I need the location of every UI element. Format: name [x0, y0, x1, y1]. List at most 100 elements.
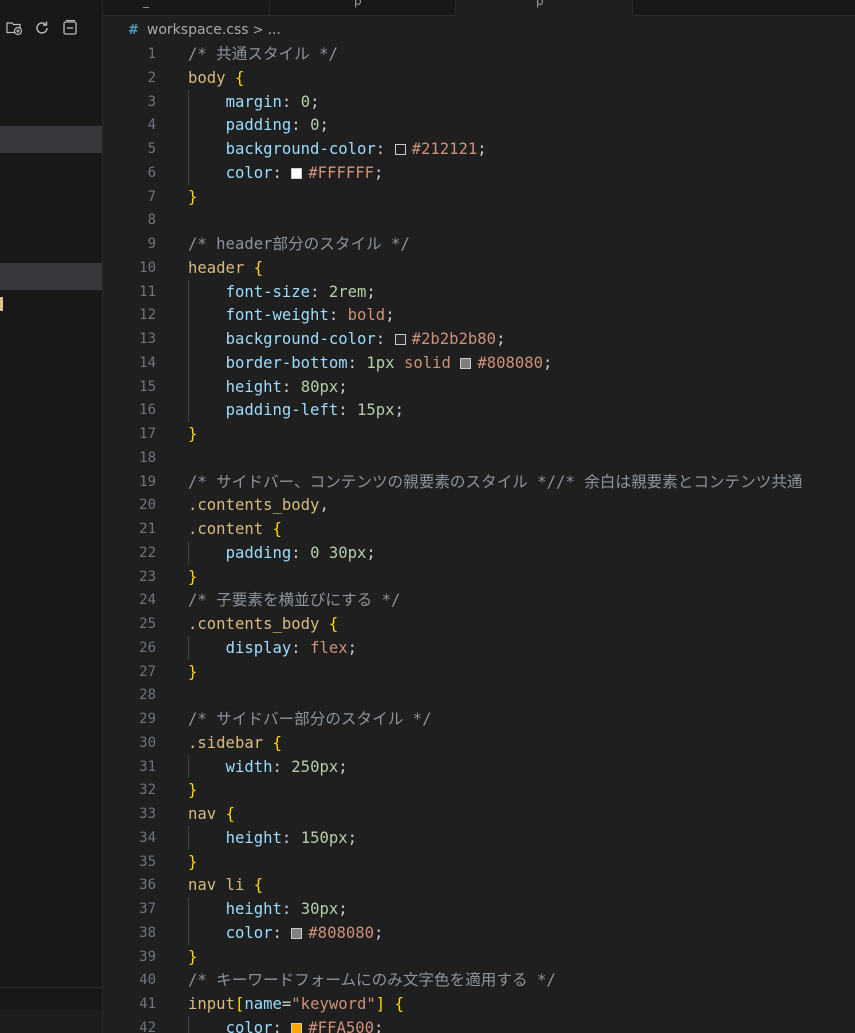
code-line[interactable]: 29 /* サイドバー部分のスタイル */ [103, 707, 855, 731]
code-token: 2rem [328, 282, 367, 301]
code-line[interactable]: 32} [103, 778, 855, 802]
code-line[interactable]: 2 body { [103, 66, 855, 90]
code-line[interactable]: 7} [103, 185, 855, 209]
color-swatch[interactable] [291, 1022, 303, 1033]
code-line[interactable]: 8 [103, 208, 855, 232]
collapse-all-icon[interactable] [60, 18, 80, 38]
code-line[interactable]: 23} [103, 565, 855, 589]
code-token: ; [496, 330, 506, 348]
code-token: : [272, 1018, 292, 1033]
sidebar-bottom-panel-header[interactable] [0, 1010, 102, 1033]
code-token: : [281, 900, 301, 918]
explorer-row-selected[interactable] [0, 126, 102, 153]
line-number: 1 [147, 46, 156, 62]
code-line[interactable]: 18 [103, 446, 855, 470]
chevron-right-icon: > [252, 22, 264, 38]
code-line[interactable]: 27} [103, 660, 855, 684]
code-token: #FFA500 [308, 1018, 375, 1033]
code-token: } [188, 662, 198, 681]
code-token: ; [310, 92, 320, 111]
color-swatch[interactable] [394, 334, 406, 345]
line-number: 24 [139, 592, 156, 609]
line-number: 25 [139, 616, 156, 632]
code-line[interactable]: 33 nav { [103, 802, 855, 826]
code-text: } [188, 565, 197, 589]
line-number: 30 [139, 734, 156, 751]
code-line[interactable]: 24 /* 子要素を横並びにする */ [103, 588, 855, 612]
code-line[interactable]: 4 padding: 0; [103, 113, 855, 137]
code-token: /* header部分のスタイル */ [188, 235, 410, 253]
explorer-sidebar [0, 0, 103, 1033]
code-line[interactable]: 20 .contents_body, [103, 493, 855, 517]
breadcrumb-file[interactable]: workspace.css [147, 22, 249, 38]
code-line[interactable]: 37 height: 30px; [103, 897, 855, 921]
code-token: { [272, 733, 282, 752]
code-editor[interactable]: 1/* 共通スタイル */2 body {3 margin: 0; 4 paddin… [103, 42, 855, 1033]
css-file-icon: # [128, 22, 139, 38]
color-swatch[interactable] [394, 144, 406, 155]
code-text: height: 150px; [188, 826, 357, 850]
code-token: /* サイドバー部分のスタイル */ [188, 710, 432, 728]
code-line[interactable]: 36 nav li { [103, 873, 855, 897]
code-text: .contents_body { [188, 612, 338, 636]
code-line[interactable]: 13 background-color: #2b2b2b80; [103, 327, 855, 351]
code-line[interactable]: 19 /* サイドバー、コンテンツの親要素のスタイル *//* 余白は親要素とコン… [103, 470, 855, 494]
tab-1[interactable]: _ [103, 0, 270, 15]
breadcrumb-symbols[interactable]: ... [268, 22, 281, 38]
code-token: ; [338, 757, 348, 776]
code-line[interactable]: 40 /* キーワードフォームにのみ文字色を適用する */ [103, 968, 855, 992]
code-line[interactable]: 35} [103, 850, 855, 874]
code-line[interactable]: 39} [103, 945, 855, 969]
code-token: bold [347, 306, 386, 325]
code-token: color [225, 1018, 273, 1033]
line-number: 26 [139, 639, 156, 656]
tab-2[interactable]: p [270, 0, 456, 15]
code-line[interactable]: 41 input[name="keyword"] { [103, 992, 855, 1016]
code-token: ] [375, 995, 386, 1013]
code-line[interactable]: 3 margin: 0; [103, 90, 855, 114]
code-line[interactable]: 1 /* 共通スタイル */ [103, 42, 855, 66]
refresh-icon[interactable] [32, 18, 52, 38]
color-swatch[interactable] [291, 167, 303, 179]
code-token: ; [374, 1018, 384, 1033]
code-text: margin: 0; [188, 90, 320, 114]
code-line[interactable]: 14 border-bottom: 1px solid #808080; [103, 351, 855, 375]
code-token: header [188, 258, 245, 277]
code-line[interactable]: 17} [103, 422, 855, 446]
code-line[interactable]: 15 height: 80px; [103, 375, 855, 399]
tab-workspace-css[interactable]: p [456, 0, 633, 16]
code-token: "keyword" [291, 995, 376, 1013]
code-line[interactable]: 31 width: 250px; [103, 755, 855, 779]
code-line[interactable]: 25 .contents_body { [103, 612, 855, 636]
line-number: 12 [139, 307, 156, 324]
code-line[interactable]: 10 header { [103, 256, 855, 280]
line-number: 22 [139, 544, 156, 561]
code-token: 1px [366, 353, 395, 372]
code-line[interactable]: 28 [103, 683, 855, 707]
code-line[interactable]: 34 height: 150px; [103, 826, 855, 850]
code-line[interactable]: 38 color: #808080; [103, 921, 855, 945]
new-folder-icon[interactable] [4, 18, 24, 38]
code-line[interactable]: 30 .sidebar { [103, 731, 855, 755]
code-line[interactable]: 26 display: flex; [103, 636, 855, 660]
code-line[interactable]: 6 color: #FFFFFF; [103, 161, 855, 185]
code-line[interactable]: 9 /* header部分のスタイル */ [103, 232, 855, 256]
code-line[interactable]: 42 color: #FFA500; [103, 1016, 855, 1033]
code-token: #808080 [477, 353, 544, 372]
code-line[interactable]: 11 font-size: 2rem; [103, 280, 855, 304]
code-line[interactable]: 22 padding: 0 30px; [103, 541, 855, 565]
code-line[interactable]: 12 font-weight: bold; [103, 303, 855, 327]
code-token: ; [374, 923, 384, 942]
explorer-row-active[interactable] [0, 263, 102, 290]
code-line[interactable]: 16 padding-left: 15px; [103, 398, 855, 422]
code-token: ; [543, 353, 553, 372]
color-swatch[interactable] [291, 927, 303, 939]
code-line[interactable]: 21 .content { [103, 517, 855, 541]
color-swatch[interactable] [460, 357, 472, 369]
code-line[interactable]: 5 background-color: #212121; [103, 137, 855, 161]
line-number: 15 [139, 378, 156, 395]
